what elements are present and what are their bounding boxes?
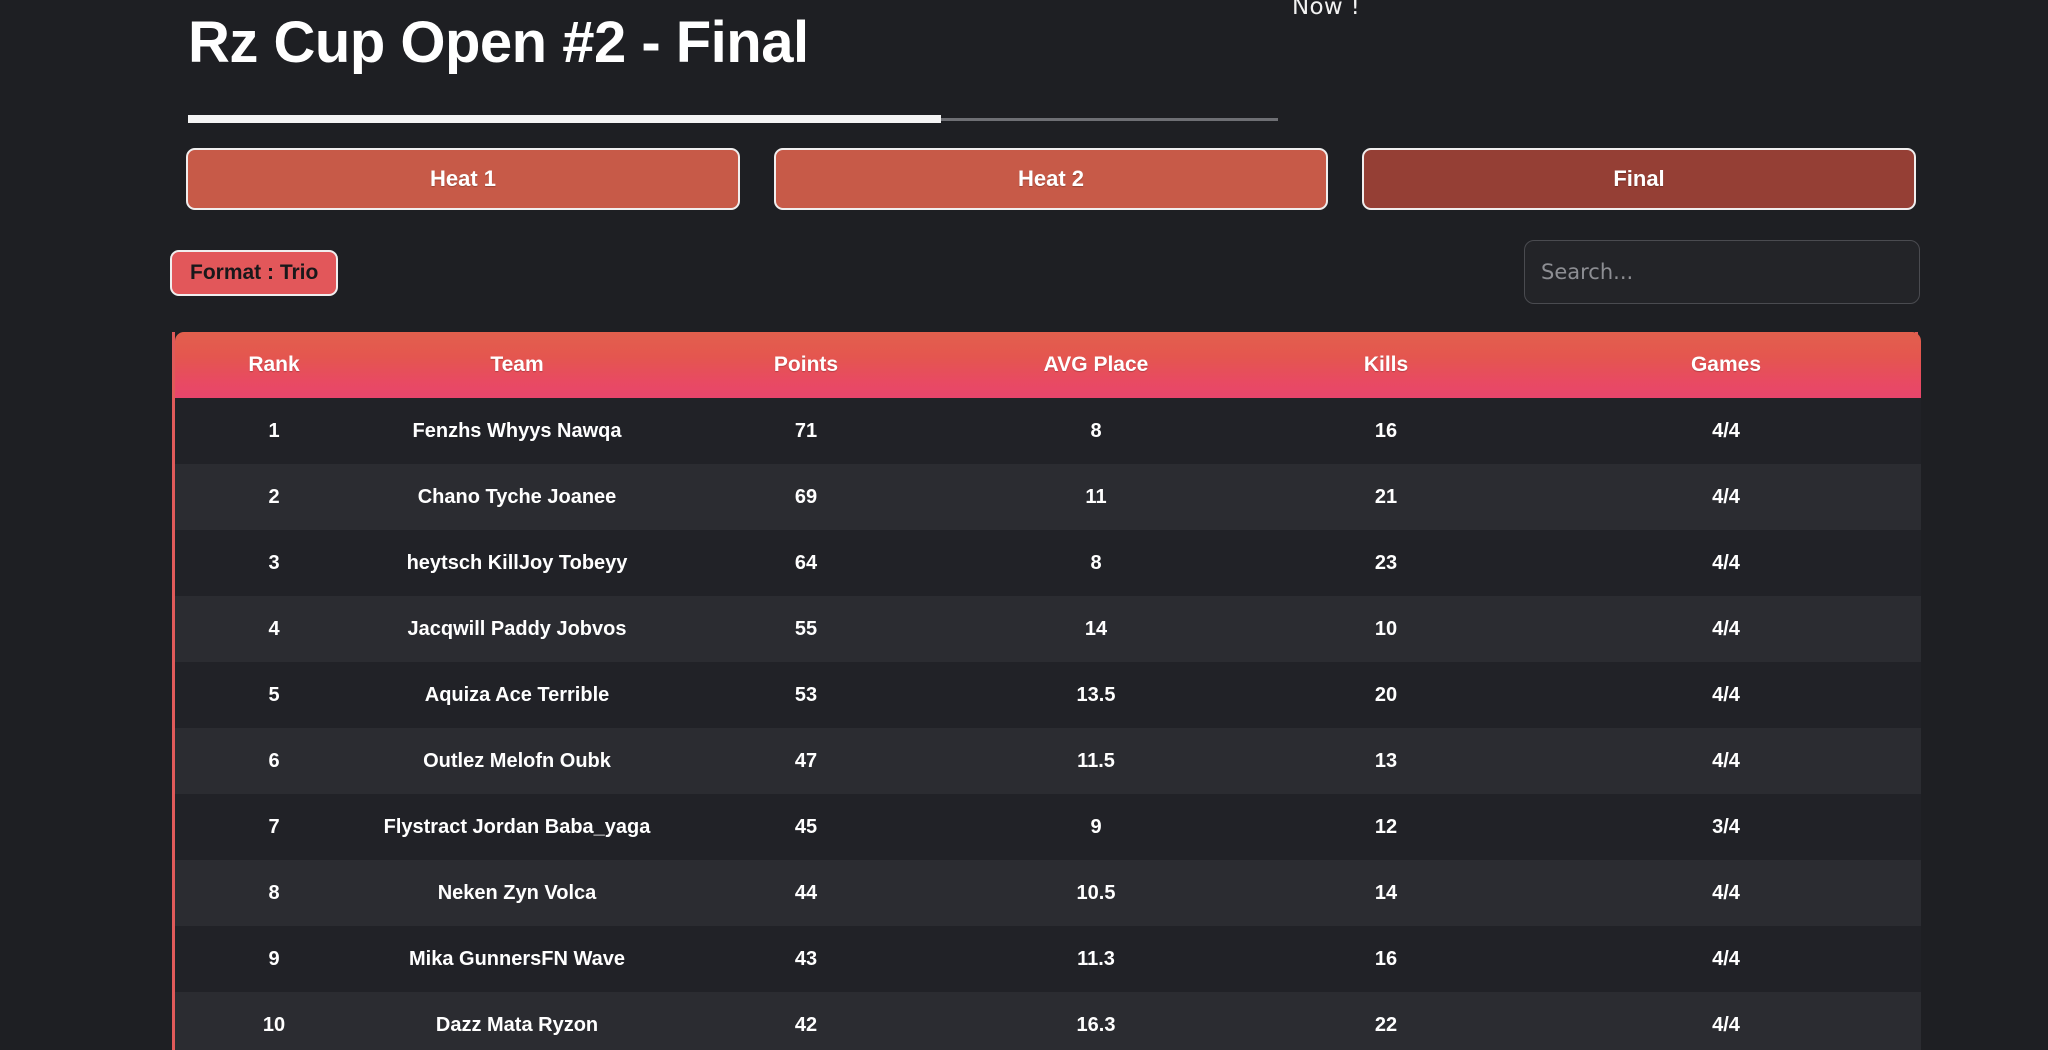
title-underline-highlight [188,115,941,123]
table-row[interactable]: 4 Jacqwill Paddy Jobvos 55 14 10 4/4 [175,596,1921,662]
cell-team: Fenzhs Whyys Nawqa [373,398,661,464]
cell-games: 4/4 [1531,530,1921,596]
cell-team: Mika GunnersFN Wave [373,926,661,992]
column-header-rank[interactable]: Rank [175,332,373,398]
table-header: Rank Team Points AVG Place Kills Games [175,332,1921,398]
cell-kills: 10 [1241,596,1531,662]
cell-rank: 3 [175,530,373,596]
cell-avg-place: 11 [951,464,1241,530]
table-row[interactable]: 7 Flystract Jordan Baba_yaga 45 9 12 3/4 [175,794,1921,860]
cell-avg-place: 9 [951,794,1241,860]
cell-kills: 21 [1241,464,1531,530]
column-header-kills[interactable]: Kills [1241,332,1531,398]
search-input[interactable] [1525,241,1919,303]
table-row[interactable]: 5 Aquiza Ace Terrible 53 13.5 20 4/4 [175,662,1921,728]
cell-rank: 2 [175,464,373,530]
cell-rank: 5 [175,662,373,728]
cell-avg-place: 11.3 [951,926,1241,992]
cell-games: 4/4 [1531,926,1921,992]
cell-avg-place: 16.3 [951,992,1241,1050]
cell-rank: 6 [175,728,373,794]
cell-rank: 10 [175,992,373,1050]
cell-points: 43 [661,926,951,992]
cell-points: 47 [661,728,951,794]
title-underline [188,115,1278,124]
cell-team: Aquiza Ace Terrible [373,662,661,728]
cell-games: 4/4 [1531,728,1921,794]
table-row[interactable]: 9 Mika GunnersFN Wave 43 11.3 16 4/4 [175,926,1921,992]
cell-kills: 23 [1241,530,1531,596]
cell-rank: 7 [175,794,373,860]
cell-points: 45 [661,794,951,860]
table-header-row: Rank Team Points AVG Place Kills Games [175,332,1921,398]
table-body: 1 Fenzhs Whyys Nawqa 71 8 16 4/4 2 Chano Tyche … [175,398,1921,1050]
table-row[interactable]: 10 Dazz Mata Ryzon 42 16.3 22 4/4 [175,992,1921,1050]
tab-heat-1[interactable]: Heat 1 [186,148,740,210]
tournament-leaderboard-page: Now ! Rz Cup Open #2 - Final Heat 1 Heat … [0,0,2048,1050]
table-row[interactable]: 8 Neken Zyn Volca 44 10.5 14 4/4 [175,860,1921,926]
column-header-games[interactable]: Games [1531,332,1921,398]
leaderboard-table-container: Rank Team Points AVG Place Kills Games 1 Fenzh… [172,332,1921,1050]
cell-games: 4/4 [1531,662,1921,728]
cell-points: 71 [661,398,951,464]
cell-games: 4/4 [1531,992,1921,1050]
cell-points: 53 [661,662,951,728]
cell-avg-place: 11.5 [951,728,1241,794]
cell-avg-place: 13.5 [951,662,1241,728]
cell-points: 55 [661,596,951,662]
cell-points: 69 [661,464,951,530]
now-banner-text: Now ! [1292,0,1361,20]
cell-kills: 14 [1241,860,1531,926]
tab-heat-2[interactable]: Heat 2 [774,148,1328,210]
cell-games: 3/4 [1531,794,1921,860]
cell-team: Neken Zyn Volca [373,860,661,926]
cell-kills: 20 [1241,662,1531,728]
cell-avg-place: 14 [951,596,1241,662]
cell-kills: 12 [1241,794,1531,860]
cell-kills: 13 [1241,728,1531,794]
tab-final[interactable]: Final [1362,148,1916,210]
cell-kills: 16 [1241,398,1531,464]
cell-rank: 8 [175,860,373,926]
table-row[interactable]: 6 Outlez Melofn Oubk 47 11.5 13 4/4 [175,728,1921,794]
cell-games: 4/4 [1531,860,1921,926]
cell-games: 4/4 [1531,464,1921,530]
cell-games: 4/4 [1531,596,1921,662]
cell-team: Outlez Melofn Oubk [373,728,661,794]
page-title: Rz Cup Open #2 - Final [188,10,809,75]
cell-rank: 4 [175,596,373,662]
column-header-points[interactable]: Points [661,332,951,398]
cell-team: Chano Tyche Joanee [373,464,661,530]
leaderboard-table: Rank Team Points AVG Place Kills Games 1 Fenzh… [175,332,1921,1050]
cell-team: Flystract Jordan Baba_yaga [373,794,661,860]
cell-games: 4/4 [1531,398,1921,464]
stage-tabs: Heat 1 Heat 2 Final [186,148,1916,210]
cell-points: 64 [661,530,951,596]
table-row[interactable]: 3 heytsch KillJoy Tobeyy 64 8 23 4/4 [175,530,1921,596]
cell-points: 42 [661,992,951,1050]
cell-avg-place: 8 [951,530,1241,596]
cell-team: Dazz Mata Ryzon [373,992,661,1050]
table-row[interactable]: 2 Chano Tyche Joanee 69 11 21 4/4 [175,464,1921,530]
cell-team: heytsch KillJoy Tobeyy [373,530,661,596]
search-box[interactable] [1524,240,1920,304]
table-row[interactable]: 1 Fenzhs Whyys Nawqa 71 8 16 4/4 [175,398,1921,464]
column-header-avg-place[interactable]: AVG Place [951,332,1241,398]
cell-avg-place: 8 [951,398,1241,464]
column-header-team[interactable]: Team [373,332,661,398]
cell-team: Jacqwill Paddy Jobvos [373,596,661,662]
cell-avg-place: 10.5 [951,860,1241,926]
cell-kills: 16 [1241,926,1531,992]
cell-points: 44 [661,860,951,926]
title-section: Rz Cup Open #2 - Final [188,10,1278,123]
format-badge[interactable]: Format : Trio [170,250,339,296]
cell-rank: 9 [175,926,373,992]
cell-kills: 22 [1241,992,1531,1050]
cell-rank: 1 [175,398,373,464]
